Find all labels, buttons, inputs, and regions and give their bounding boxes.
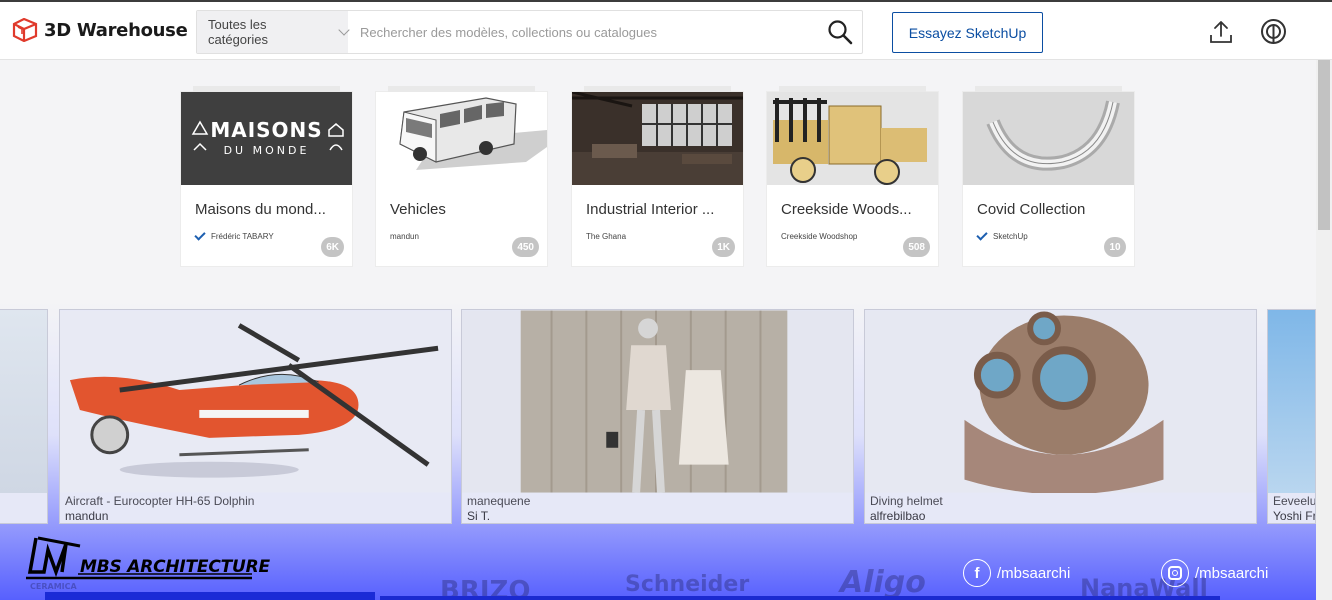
decorative-bar	[45, 592, 375, 600]
faded-brand-logo: Schneider	[625, 572, 750, 597]
owner-name: SketchUp	[993, 232, 1028, 241]
collection-thumbnail	[767, 92, 938, 185]
model-user[interactable]: mandun	[65, 509, 108, 523]
category-select[interactable]: Toutes les catégories	[197, 11, 350, 53]
model-image	[1268, 310, 1315, 493]
house-icon	[191, 120, 209, 151]
top-header: 3D Warehouse Toutes les catégories Essay…	[0, 0, 1332, 60]
model-card[interactable]: Diving helmet alfrebilbao	[864, 309, 1257, 524]
collection-owner[interactable]: Creekside Woodshop	[781, 232, 857, 241]
model-image	[0, 310, 47, 493]
collection-card[interactable]: Covid Collection SketchUp 10	[963, 86, 1134, 266]
search-input[interactable]	[348, 11, 818, 53]
diving-helmet-image	[865, 310, 1256, 493]
collection-count-badge: 6K	[321, 237, 344, 257]
instagram-link[interactable]: /mbsaarchi	[1161, 559, 1268, 587]
collection-owner[interactable]: The Ghana	[586, 232, 626, 241]
collection-thumbnail	[376, 92, 547, 185]
faded-brand-logo: CERAMICA	[30, 582, 77, 591]
helicopter-image	[60, 310, 451, 493]
faded-brand-logo: Aligo	[840, 565, 926, 600]
model-user[interactable]: Yoshi Fr	[1273, 509, 1315, 523]
warehouse-logo-icon	[12, 18, 38, 42]
collection-title[interactable]: Maisons du mond...	[195, 201, 326, 218]
facebook-handle: /mbsaarchi	[997, 564, 1071, 582]
category-select-label: Toutes les catégories	[208, 17, 268, 47]
facebook-link[interactable]: f /mbsaarchi	[963, 559, 1070, 587]
collection-card[interactable]: MAISONS DU MONDE Maisons du mond... Fréd…	[181, 86, 352, 266]
collection-title[interactable]: Vehicles	[390, 201, 446, 218]
instagram-handle: /mbsaarchi	[1195, 564, 1269, 582]
model-title[interactable]: Aircraft - Eurocopter HH-65 Dolphin	[65, 494, 254, 508]
warehouse-logo[interactable]: 3D Warehouse	[12, 18, 188, 42]
decorative-bar	[380, 596, 1220, 600]
collection-card[interactable]: Industrial Interior ... The Ghana 1K	[572, 86, 743, 266]
truck-thumbnail	[767, 92, 938, 185]
collection-owner[interactable]: mandun	[390, 232, 419, 241]
owner-name: The Ghana	[586, 232, 627, 241]
van-thumbnail	[399, 97, 547, 170]
covid-structure-thumbnail	[963, 92, 1134, 185]
collection-card[interactable]: Creekside Woods... Creekside Woodshop 50…	[767, 86, 938, 266]
model-card[interactable]: Aircraft - Eurocopter HH-65 Dolphin mand…	[59, 309, 452, 524]
owner-name: Frédéric TABARY	[211, 232, 274, 241]
search-icon	[828, 20, 853, 45]
collection-count-badge: 10	[1104, 237, 1126, 257]
facebook-icon: f	[963, 559, 991, 587]
collection-card[interactable]: Vehicles mandun 450	[376, 86, 547, 266]
company-name: MBS ARCHITECTURE	[80, 557, 270, 577]
model-title[interactable]: Eeveelut	[1273, 494, 1315, 508]
search-button[interactable]	[818, 11, 862, 53]
house-icon	[328, 123, 344, 151]
logo-text: 3D Warehouse	[44, 19, 188, 41]
collection-thumbnail: MAISONS DU MONDE	[181, 92, 352, 185]
mannequin-image	[462, 310, 853, 493]
model-card-partial[interactable]: Eeveelut Yoshi Fr	[1267, 309, 1316, 524]
search-bar: Toutes les catégories	[196, 10, 863, 54]
collection-count-badge: 508	[903, 237, 930, 257]
verified-check-icon	[976, 229, 988, 241]
collection-title[interactable]: Industrial Interior ...	[586, 201, 714, 218]
collection-thumbnail	[572, 92, 743, 185]
collection-count-badge: 450	[512, 237, 539, 257]
collection-title[interactable]: Creekside Woods...	[781, 201, 912, 218]
model-card-partial[interactable]	[0, 309, 48, 524]
model-user[interactable]: Si T.	[467, 509, 490, 523]
profile-icon[interactable]	[1260, 18, 1287, 45]
owner-name: Creekside Woodshop	[781, 232, 858, 241]
owner-name: mandun	[390, 232, 419, 241]
instagram-icon	[1161, 559, 1189, 587]
collection-title[interactable]: Covid Collection	[977, 201, 1085, 218]
collection-thumbnail	[963, 92, 1134, 185]
scrollbar-thumb[interactable]	[1318, 60, 1330, 230]
page-scrollbar[interactable]	[1316, 60, 1332, 600]
upload-icon[interactable]	[1208, 19, 1234, 45]
verified-check-icon	[194, 229, 206, 241]
collection-count-badge: 1K	[712, 237, 735, 257]
try-sketchup-button[interactable]: Essayez SketchUp	[892, 12, 1043, 53]
interior-thumbnail	[572, 92, 743, 185]
model-user[interactable]: alfrebilbao	[870, 509, 925, 523]
model-card[interactable]: manequene Si T.	[461, 309, 854, 524]
model-title[interactable]: Diving helmet	[870, 494, 943, 508]
collection-owner[interactable]: Frédéric TABARY	[194, 229, 274, 241]
model-title[interactable]: manequene	[467, 494, 530, 508]
collection-owner[interactable]: SketchUp	[976, 229, 1028, 241]
